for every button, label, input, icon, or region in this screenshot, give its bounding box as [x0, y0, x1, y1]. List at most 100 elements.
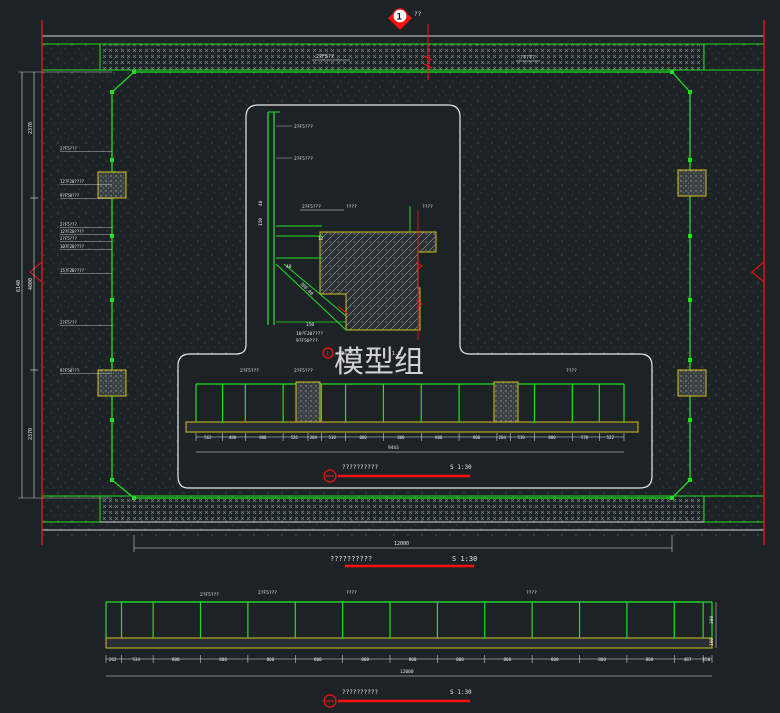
- dim-label: 800: [267, 657, 275, 663]
- plan-left-label: 9?F50???: [60, 193, 80, 198]
- plan-top-label-2: ?????: [520, 55, 535, 61]
- fence-post: [110, 358, 114, 362]
- detail-label-4: ????: [346, 204, 357, 210]
- plan-scale: S 1:30: [452, 555, 477, 563]
- dim-label: 487: [684, 657, 692, 663]
- plan-left-label: 2?F5???: [60, 222, 77, 227]
- detail-dim-s-2: 12: [318, 236, 324, 242]
- inner-elev-pillar-2: [493, 381, 519, 423]
- dim-label: 562: [204, 435, 212, 440]
- detail-dim-s-3: 40: [286, 264, 292, 270]
- plan-left-label: 15?F20????: [60, 268, 85, 273]
- gate-pillar-left-bottom: [97, 369, 127, 397]
- detail-dim-s-1: 150: [306, 322, 314, 328]
- plan-top-label-1: 2?F5??: [316, 54, 334, 60]
- plan-left-label: 9?F50???: [60, 368, 80, 373]
- plan-title: ??????????: [330, 555, 372, 563]
- dim-label: 800: [551, 657, 559, 663]
- dim-label: 284: [310, 435, 318, 440]
- fence-post: [110, 90, 114, 94]
- watermark: 模型组: [334, 345, 424, 380]
- curb-bottom: [99, 495, 705, 523]
- plan-bottom-dim: 12000: [394, 541, 409, 547]
- dim-label: 800: [646, 657, 654, 663]
- dim-label: 510: [517, 435, 525, 440]
- fence-post: [688, 298, 692, 302]
- dim-label: 800: [548, 435, 556, 440]
- dim-label: 800: [219, 657, 227, 663]
- dim-label: 800: [314, 657, 322, 663]
- bottom-elevation: 2?F5??? 2?F5??? ???? ???? 300 100 262 534…: [105, 590, 717, 708]
- detail-label-2: 2?F5???: [294, 156, 313, 162]
- left-dim-2: 4800: [28, 278, 34, 290]
- fence-post: [132, 496, 136, 500]
- fence-post: [688, 358, 692, 362]
- inner-elev-pillar-1: [295, 381, 321, 423]
- fence-post: [688, 478, 692, 482]
- dim-label: 800: [361, 657, 369, 663]
- elev-base: [105, 637, 713, 649]
- detail-dim-v-1: 150: [258, 218, 264, 226]
- dim-label: 800: [359, 435, 367, 440]
- left-dim-total: 6140: [16, 280, 22, 292]
- dim-label: 800: [435, 435, 443, 440]
- section-suffix: ??: [414, 11, 422, 18]
- gate-pillar-right-bottom: [677, 369, 707, 397]
- inner-elev-title: ??????????: [342, 464, 379, 471]
- curb-top: [99, 43, 705, 71]
- drawing-canvas: 2?F5?? ????? 2370 4800 2370 6140 2?F5???…: [16, 8, 765, 708]
- dim-label: 800: [259, 435, 267, 440]
- plan-left-label: 2?F5???: [60, 320, 77, 325]
- elev-label-2: 2?F5???: [258, 590, 277, 596]
- fence-post: [688, 234, 692, 238]
- gate-pillar-left-top: [97, 171, 127, 199]
- detail-label-7: 9?F50???: [296, 338, 318, 344]
- fence-post: [110, 418, 114, 422]
- elev-dims: 262 534 800 800 800 800 800 800 800 800 800 800 800 4…: [105, 655, 713, 663]
- dim-label: 150: [703, 657, 711, 663]
- inner-elev-total: 9443: [388, 445, 399, 451]
- dim-label: 570: [581, 435, 589, 440]
- elev-posts: [105, 601, 713, 638]
- dim-label: 522: [607, 435, 615, 440]
- cad-drawing: 2?F5?? ????? 2370 4800 2370 6140 2?F5???…: [0, 0, 780, 713]
- plan-left-label: 2?F5???: [60, 146, 77, 151]
- plan-left-label: 12?F20????: [60, 229, 85, 234]
- detail-dim-v-2: 40: [258, 200, 264, 206]
- dim-label: 800: [456, 657, 464, 663]
- fence-post: [670, 496, 674, 500]
- inner-elev-label-3: ????: [566, 368, 577, 374]
- elev-right-dim-2: 100: [709, 638, 715, 646]
- fence-post: [110, 158, 114, 162]
- section-number: 1: [397, 13, 402, 23]
- dim-label: 800: [598, 657, 606, 663]
- dim-label: 800: [397, 435, 405, 440]
- elev-title: ??????????: [342, 689, 379, 696]
- detail-mark: 1: [326, 351, 330, 358]
- inner-elev-base: [185, 421, 639, 433]
- detail-label-5: ????: [422, 204, 433, 210]
- dim-label: 800: [172, 657, 180, 663]
- dim-label: 800: [503, 657, 511, 663]
- elev-right-dim-1: 300: [709, 616, 715, 624]
- plan-left-label: 10?F20????: [60, 244, 85, 249]
- fence-post: [110, 478, 114, 482]
- fence-post: [110, 298, 114, 302]
- elev-label-1: 2?F5???: [200, 592, 219, 598]
- dim-label: 526: [291, 435, 299, 440]
- inner-elev-label-2: 2?F5???: [294, 368, 313, 374]
- dim-label: 284: [499, 435, 507, 440]
- left-dim-1: 2370: [28, 122, 34, 134]
- plan-left-label: 12?F20????: [60, 179, 85, 184]
- fence-post: [132, 70, 136, 74]
- gate-pillar-right-top: [677, 169, 707, 197]
- dim-label: 480: [229, 435, 237, 440]
- plan-left-label: 2?F5???: [60, 236, 77, 241]
- detail-label-1: 2?F5???: [294, 124, 313, 130]
- fence-post: [688, 90, 692, 94]
- dim-label: 262: [109, 657, 117, 663]
- elev-total: 12000: [400, 669, 414, 675]
- dim-label: 800: [409, 657, 417, 663]
- dim-label: 510: [329, 435, 337, 440]
- elev-scale: S 1:30: [450, 689, 472, 696]
